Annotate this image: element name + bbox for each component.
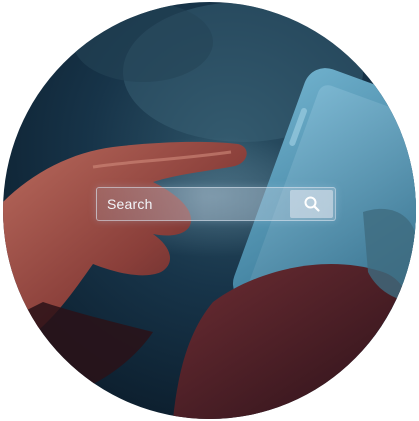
search-icon <box>304 196 320 212</box>
search-placeholder: Search <box>107 196 153 212</box>
search-bar[interactable]: Search <box>96 187 336 221</box>
search-button[interactable] <box>290 190 333 218</box>
